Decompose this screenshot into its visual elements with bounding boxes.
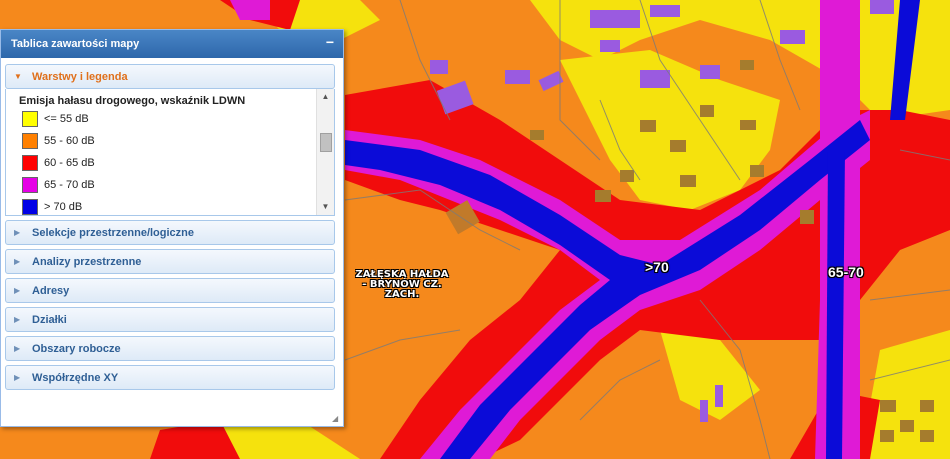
legend-item: 65 - 70 dB xyxy=(22,176,95,194)
expand-arrow-icon: ▶ xyxy=(14,344,21,353)
section-parcels[interactable]: ▶ Działki xyxy=(5,307,335,332)
legend-item: > 70 dB xyxy=(22,198,82,216)
section-label: Współrzędne XY xyxy=(32,371,119,384)
section-label: Selekcje przestrzenne/logiczne xyxy=(32,226,195,239)
section-label: Obszary robocze xyxy=(32,342,121,355)
scroll-up-arrow-icon[interactable]: ▲ xyxy=(317,89,334,105)
legend-title: Emisja hałasu drogowego, wskaźnik LDWN xyxy=(19,95,246,107)
expand-arrow-icon: ▶ xyxy=(14,257,21,266)
expand-arrow-icon: ▶ xyxy=(14,373,21,382)
panel-title: Tablica zawartości mapy xyxy=(11,38,140,50)
noise-label-65-70: 65-70 xyxy=(828,264,864,280)
section-xy-coordinates[interactable]: ▶ Współrzędne XY xyxy=(5,365,335,390)
section-spatial-analyses[interactable]: ▶ Analizy przestrzenne xyxy=(5,249,335,274)
map-contents-panel: Tablica zawartości mapy − ▼ Warstwy i le… xyxy=(0,29,344,427)
place-label-line2: - BRYNÓW CZ. ZACH. xyxy=(362,279,442,300)
section-work-areas[interactable]: ▶ Obszary robocze xyxy=(5,336,335,361)
legend-swatch xyxy=(22,199,38,215)
legend-box: Emisja hałasu drogowego, wskaźnik LDWN <… xyxy=(5,89,335,216)
expand-arrow-icon: ▶ xyxy=(14,228,21,237)
legend-scrollbar[interactable]: ▲ ▼ xyxy=(316,89,334,215)
legend-item: 55 - 60 dB xyxy=(22,132,95,150)
expand-arrow-icon: ▶ xyxy=(14,315,21,324)
legend-item-label: <= 55 dB xyxy=(44,113,89,125)
legend-swatch xyxy=(22,133,38,149)
resize-grip-icon[interactable]: ◢ xyxy=(332,415,340,423)
expand-arrow-icon: ▼ xyxy=(14,72,22,81)
legend-item: <= 55 dB xyxy=(22,110,89,128)
section-spatial-selections[interactable]: ▶ Selekcje przestrzenne/logiczne xyxy=(5,220,335,245)
legend-item: 60 - 65 dB xyxy=(22,154,95,172)
legend-swatch xyxy=(22,155,38,171)
scroll-thumb[interactable] xyxy=(320,133,332,152)
section-label: Analizy przestrzenne xyxy=(32,255,142,268)
section-label: Działki xyxy=(32,313,67,326)
section-label: Adresy xyxy=(32,284,70,297)
legend-item-label: 65 - 70 dB xyxy=(44,179,95,191)
section-label: Warstwy i legenda xyxy=(32,70,128,83)
legend-item-label: 55 - 60 dB xyxy=(44,135,95,147)
legend-item-label: 60 - 65 dB xyxy=(44,157,95,169)
expand-arrow-icon: ▶ xyxy=(14,286,21,295)
noise-label-over-70: >70 xyxy=(645,259,669,275)
section-addresses[interactable]: ▶ Adresy xyxy=(5,278,335,303)
panel-header: Tablica zawartości mapy − xyxy=(1,30,343,58)
legend-swatch xyxy=(22,111,38,127)
legend-swatch xyxy=(22,177,38,193)
place-label: ZAŁĘSKA HAŁDA - BRYNÓW CZ. ZACH. xyxy=(352,270,452,300)
scroll-down-arrow-icon[interactable]: ▼ xyxy=(317,199,334,215)
section-layers-legend[interactable]: ▼ Warstwy i legenda xyxy=(5,64,335,89)
collapse-button[interactable]: − xyxy=(323,35,337,50)
legend-item-label: > 70 dB xyxy=(44,201,83,213)
